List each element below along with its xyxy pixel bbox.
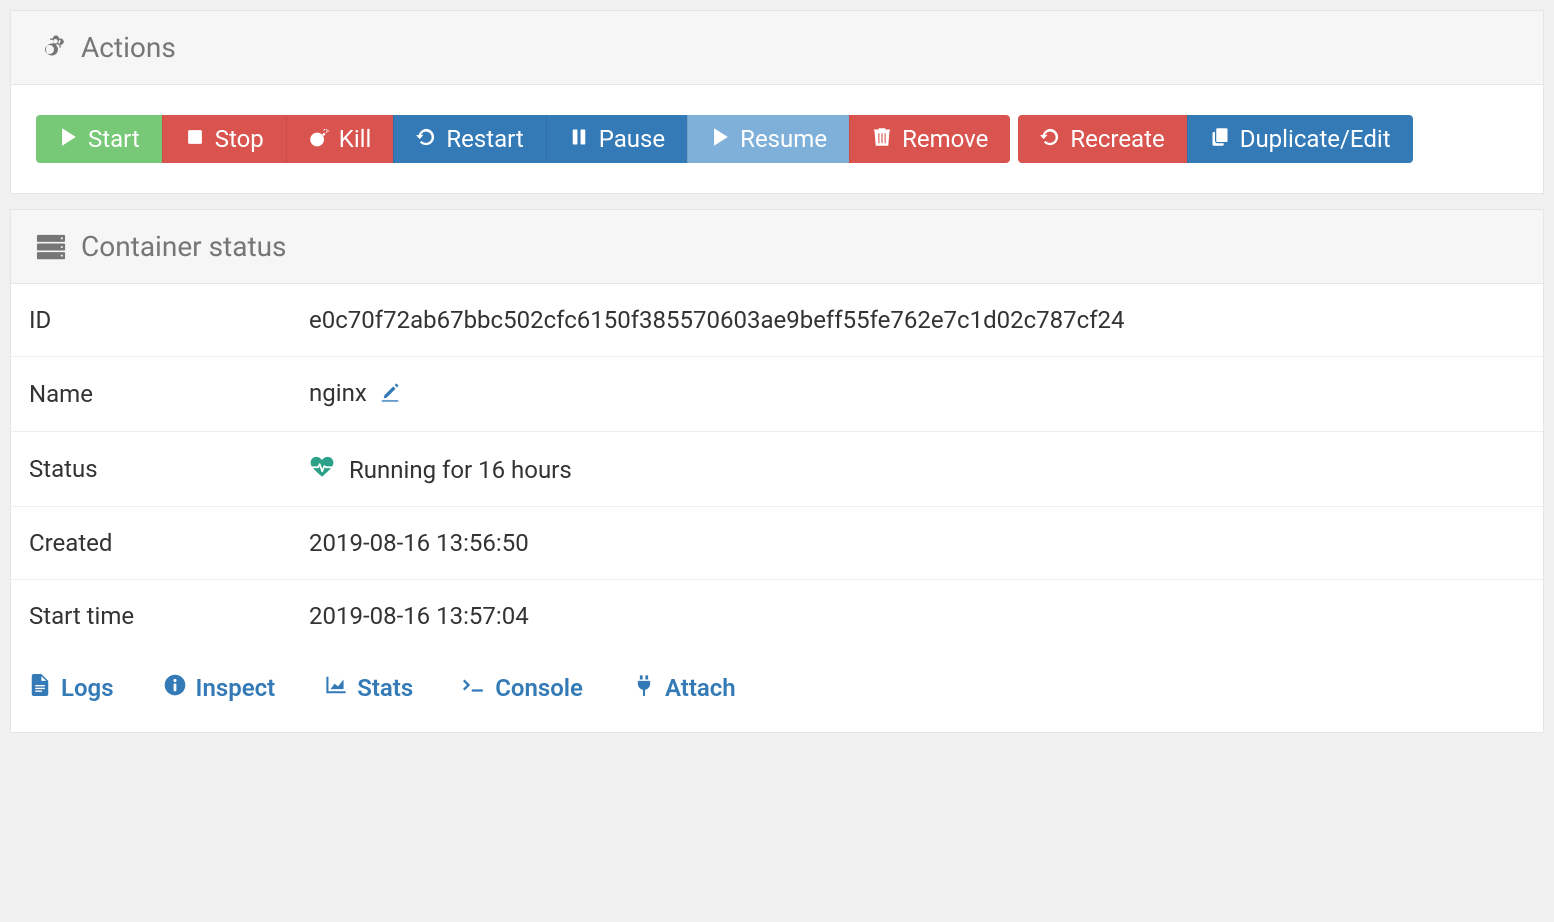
info-circle-icon — [164, 674, 186, 702]
name-cell: nginx — [291, 357, 1543, 432]
server-icon — [36, 232, 66, 262]
console-label: Console — [495, 674, 583, 702]
container-status-title: Container status — [81, 230, 287, 263]
restart-button[interactable]: Restart — [393, 115, 545, 163]
container-status-panel: Container status ID e0c70f72ab67bbc502cf… — [10, 209, 1544, 733]
action-button-row: Start Stop Kill Restart Pause — [36, 115, 1518, 163]
start-time-label: Start time — [11, 580, 291, 653]
copy-icon — [1210, 127, 1230, 151]
status-value: Running for 16 hours — [349, 456, 572, 484]
plug-icon — [633, 674, 655, 702]
heartbeat-icon — [309, 454, 335, 480]
play-icon — [710, 127, 730, 151]
terminal-icon — [463, 674, 485, 702]
row-status: Status Running for 16 hours — [11, 432, 1543, 507]
logs-link[interactable]: Logs — [29, 674, 114, 702]
logs-label: Logs — [61, 674, 114, 702]
edit-name-button[interactable] — [379, 381, 401, 409]
remove-button-label: Remove — [902, 127, 988, 151]
restart-button-label: Restart — [446, 127, 523, 151]
kill-button[interactable]: Kill — [286, 115, 394, 163]
pause-button-label: Pause — [599, 127, 665, 151]
name-value: nginx — [309, 379, 367, 407]
stats-label: Stats — [357, 674, 413, 702]
name-label: Name — [11, 357, 291, 432]
area-chart-icon — [325, 674, 347, 702]
attach-label: Attach — [665, 674, 736, 702]
id-label: ID — [11, 284, 291, 357]
cogs-icon — [36, 33, 66, 63]
trash-icon — [872, 127, 892, 151]
remove-button[interactable]: Remove — [849, 115, 1010, 163]
status-table: ID e0c70f72ab67bbc502cfc6150f385570603ae… — [11, 284, 1543, 652]
actions-panel: Actions Start Stop Kill Restart — [10, 10, 1544, 194]
file-icon — [29, 674, 51, 702]
duplicate-button[interactable]: Duplicate/Edit — [1187, 115, 1413, 163]
play-icon — [58, 127, 78, 151]
action-button-group-main: Start Stop Kill Restart Pause — [36, 115, 1010, 163]
row-created: Created 2019-08-16 13:56:50 — [11, 507, 1543, 580]
actions-title: Actions — [81, 31, 176, 64]
pause-icon — [569, 127, 589, 151]
bomb-icon — [309, 127, 329, 151]
row-name: Name nginx — [11, 357, 1543, 432]
created-value: 2019-08-16 13:56:50 — [291, 507, 1543, 580]
start-button[interactable]: Start — [36, 115, 162, 163]
recreate-button[interactable]: Recreate — [1018, 115, 1186, 163]
stats-link[interactable]: Stats — [325, 674, 413, 702]
console-link[interactable]: Console — [463, 674, 583, 702]
duplicate-button-label: Duplicate/Edit — [1240, 127, 1391, 151]
inspect-link[interactable]: Inspect — [164, 674, 276, 702]
action-button-group-secondary: Recreate Duplicate/Edit — [1018, 115, 1412, 163]
row-id: ID e0c70f72ab67bbc502cfc6150f385570603ae… — [11, 284, 1543, 357]
recreate-button-label: Recreate — [1070, 127, 1164, 151]
start-time-value: 2019-08-16 13:57:04 — [291, 580, 1543, 653]
status-links-row: Logs Inspect Stats Console Attach — [11, 652, 1543, 732]
stop-button-label: Stop — [215, 127, 264, 151]
id-value: e0c70f72ab67bbc502cfc6150f385570603ae9be… — [291, 284, 1543, 357]
status-cell: Running for 16 hours — [291, 432, 1543, 507]
resume-button-label: Resume — [740, 127, 827, 151]
stop-icon — [185, 127, 205, 151]
stop-button[interactable]: Stop — [162, 115, 286, 163]
status-label: Status — [11, 432, 291, 507]
created-label: Created — [11, 507, 291, 580]
edit-icon — [379, 381, 401, 409]
pause-button[interactable]: Pause — [546, 115, 687, 163]
actions-body: Start Stop Kill Restart Pause — [11, 85, 1543, 193]
container-status-header: Container status — [11, 210, 1543, 284]
attach-link[interactable]: Attach — [633, 674, 736, 702]
refresh-icon — [1040, 127, 1060, 151]
start-button-label: Start — [88, 127, 140, 151]
row-start-time: Start time 2019-08-16 13:57:04 — [11, 580, 1543, 653]
kill-button-label: Kill — [339, 127, 372, 151]
actions-header: Actions — [11, 11, 1543, 85]
refresh-icon — [416, 127, 436, 151]
inspect-label: Inspect — [196, 674, 276, 702]
resume-button[interactable]: Resume — [687, 115, 849, 163]
